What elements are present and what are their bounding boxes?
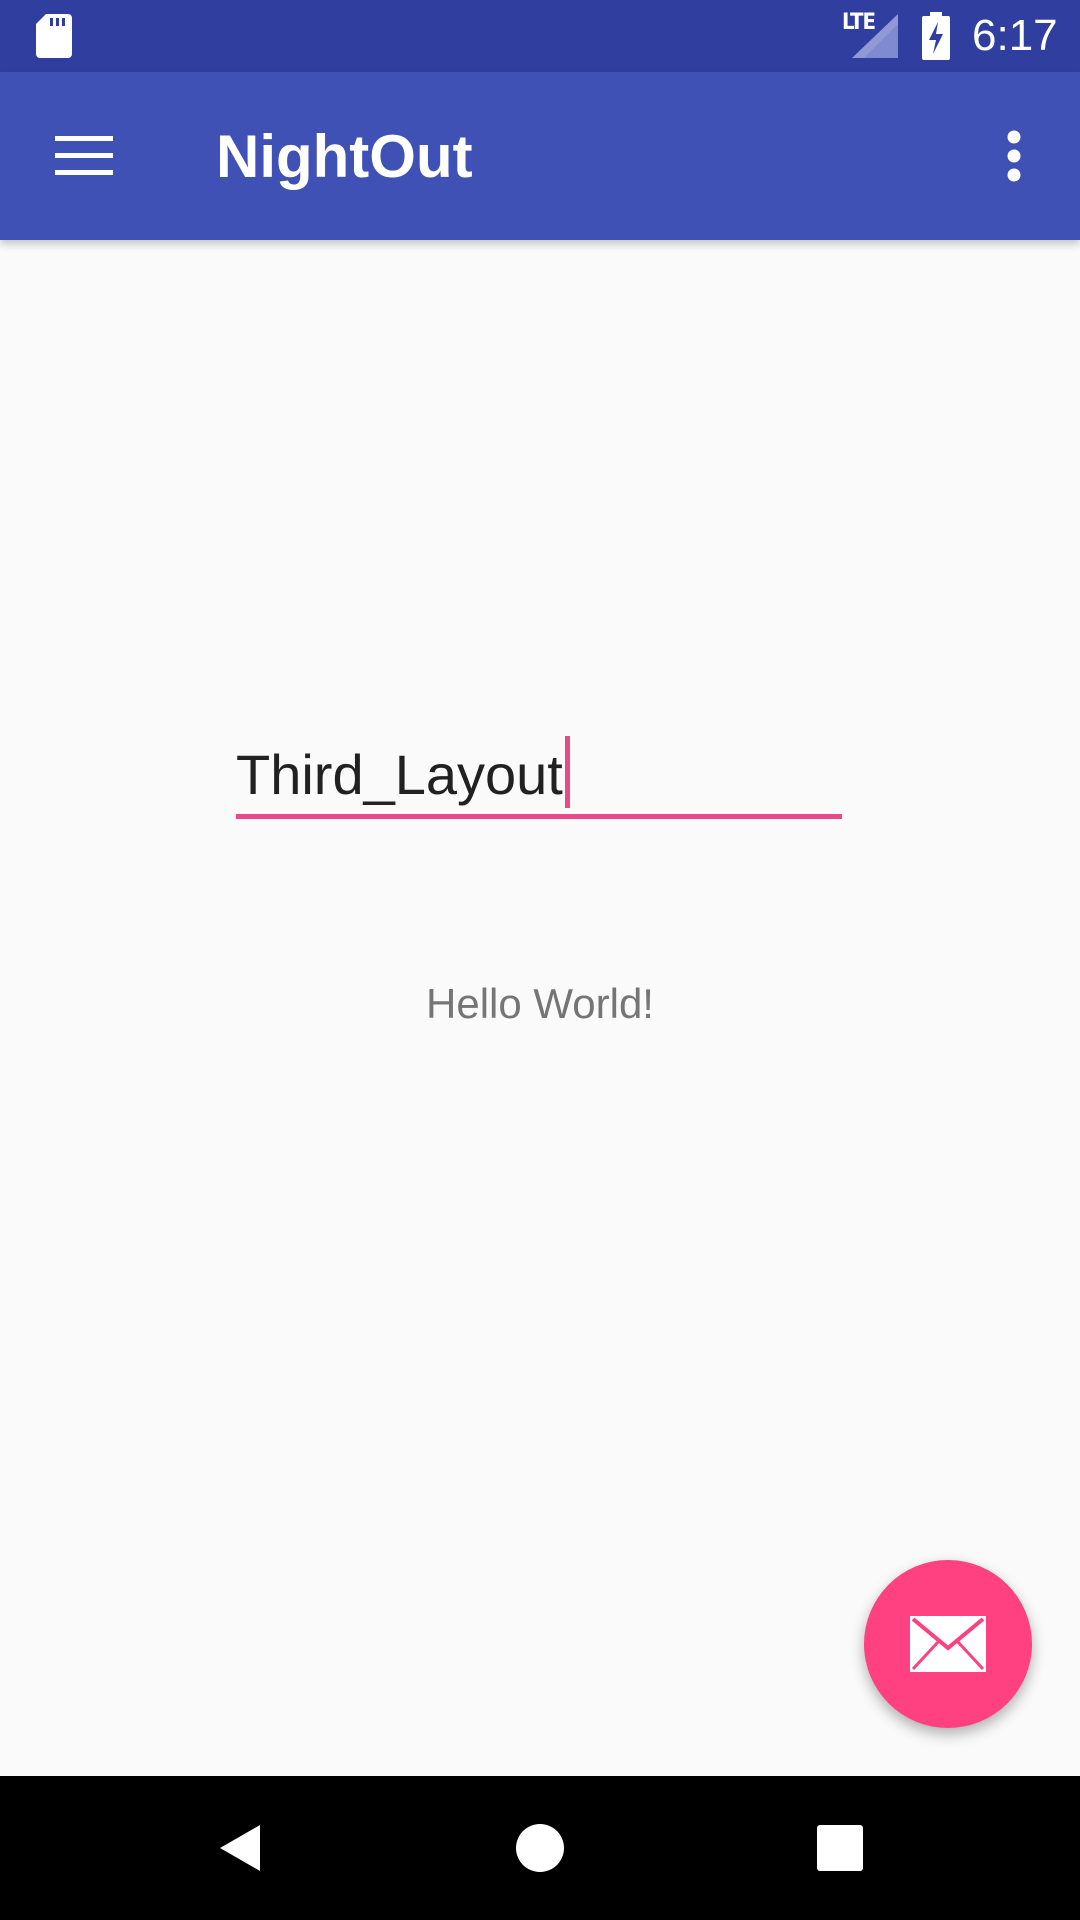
app-bar: NightOut [0, 72, 1080, 240]
battery-charging-icon [922, 12, 950, 60]
home-button[interactable] [492, 1800, 588, 1896]
back-button[interactable] [192, 1800, 288, 1896]
hello-message: Hello World! [426, 980, 654, 1027]
mail-icon [910, 1616, 986, 1672]
sd-card-icon [36, 14, 72, 58]
recents-button[interactable] [792, 1800, 888, 1896]
navigation-bar [0, 1776, 1080, 1920]
input-text: Third_Layout [236, 743, 563, 806]
menu-icon [55, 136, 113, 175]
layout-name-input[interactable]: Third_Layout [236, 730, 844, 820]
back-icon [220, 1825, 260, 1871]
email-fab[interactable] [864, 1560, 1032, 1728]
input-value: Third_Layout [236, 736, 570, 809]
signal-icon [852, 14, 898, 58]
recents-icon [817, 1825, 863, 1871]
overflow-menu-button[interactable] [978, 108, 1050, 204]
status-clock: 6:17 [972, 11, 1058, 60]
main-content: Third_Layout Hello World! [0, 240, 1080, 1776]
text-cursor [564, 736, 570, 808]
input-underline [236, 814, 842, 819]
screen: LTE 6:17 NightOut Third_Layout Hello Wor… [0, 0, 1080, 1920]
menu-button[interactable] [36, 108, 132, 204]
overflow-menu-icon [1007, 130, 1021, 182]
status-bar: LTE 6:17 [0, 0, 1080, 72]
app-title: NightOut [216, 123, 473, 190]
home-icon [516, 1824, 564, 1872]
